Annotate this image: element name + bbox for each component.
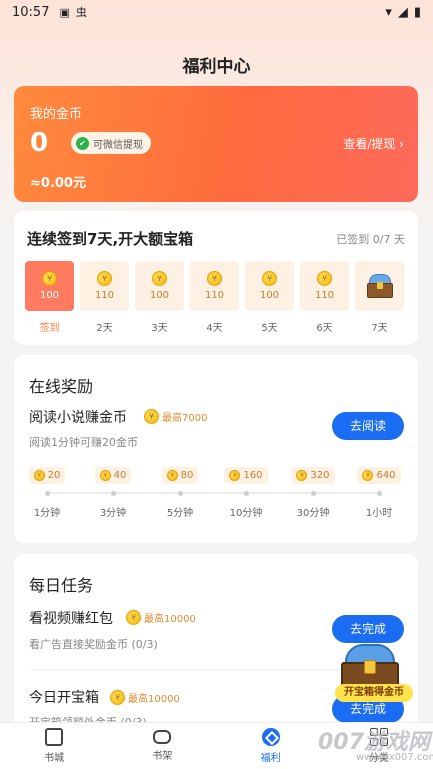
milestone-item[interactable]: ¥320 30分钟 — [287, 467, 339, 519]
view-withdraw-link[interactable]: 查看/提现 › — [343, 135, 404, 152]
welfare-icon — [261, 728, 280, 746]
milestone-item[interactable]: ¥40 3分钟 — [87, 467, 139, 519]
milestone-item[interactable]: ¥80 5分钟 — [154, 467, 206, 519]
video-task-desc: 看广告直接奖励金币 (0/3) — [29, 638, 158, 651]
video-task-max-tag: ¥ 最高10000 — [126, 610, 196, 625]
checkin-day-3[interactable]: ¥100 3天 — [135, 261, 184, 334]
shelf-icon — [153, 730, 172, 744]
watermark-url: www.yx007.com — [356, 752, 433, 763]
coin-icon: ¥ — [262, 271, 277, 286]
checkin-day-4[interactable]: ¥110 4天 — [190, 261, 239, 334]
a-icon: ▣ — [59, 5, 70, 19]
wechat-withdraw-badge: ✔ 可微信提现 — [71, 132, 151, 154]
status-time: 10:57 — [12, 4, 50, 20]
online-rewards-card: 在线奖励 阅读小说赚金币 ¥ 最高7000 阅读1分钟可赚20金币 去阅读 ¥2… — [14, 355, 418, 543]
coin-label: 我的金币 — [30, 107, 83, 122]
chest-task-title: 今日开宝箱 — [29, 690, 99, 706]
checkin-day-2[interactable]: ¥110 2天 — [80, 261, 129, 334]
tab-welfare[interactable]: 福利 — [217, 723, 325, 769]
coin-icon: ¥ — [152, 271, 167, 286]
checkin-progress: 已签到 0/7 天 — [336, 233, 405, 246]
milestone-item[interactable]: ¥160 10分钟 — [220, 467, 272, 519]
checkin-day-1[interactable]: ¥100 签到 — [25, 261, 74, 334]
coin-icon: ¥ — [166, 470, 178, 481]
checkin-day-7[interactable]: 7天 — [355, 261, 404, 334]
rmb-value: ≈0.00元 — [30, 176, 86, 191]
status-bar: 10:57 ▣ 虫 ▾ ◢ ▮ — [0, 0, 433, 24]
coin-icon: ¥ — [33, 470, 45, 481]
video-task-title: 看视频赚红包 — [29, 611, 113, 627]
coin-icon: ¥ — [317, 271, 332, 286]
coin-icon: ¥ — [110, 690, 125, 705]
wechat-icon: ✔ — [76, 136, 89, 150]
coin-icon: ¥ — [97, 271, 112, 286]
wifi-icon: ▾ — [385, 4, 392, 20]
wechat-badge-label: 可微信提现 — [93, 139, 143, 151]
video-task-button[interactable]: 去完成 — [332, 615, 404, 643]
coin-icon: ¥ — [99, 470, 111, 481]
coin-icon: ¥ — [229, 470, 241, 481]
coin-balance: 0 — [30, 128, 49, 158]
coin-icon: ¥ — [42, 271, 57, 286]
coin-card: 我的金币 0 ✔ 可微信提现 查看/提现 › ≈0.00元 — [14, 86, 418, 202]
online-rewards-title: 在线奖励 — [29, 377, 94, 396]
floating-chest-banner[interactable]: 开宝箱得金币 — [335, 684, 413, 702]
chest-task-max-tag: ¥ 最高10000 — [110, 690, 180, 705]
read-task-max-tag: ¥ 最高7000 — [144, 409, 207, 424]
checkin-day-5[interactable]: ¥100 5天 — [245, 261, 294, 334]
app-icon: 虫 — [75, 6, 87, 19]
battery-icon: ▮ — [413, 4, 421, 20]
checkin-title: 连续签到7天,开大额宝箱 — [27, 230, 194, 248]
read-task-desc: 阅读1分钟可赚20金币 — [29, 436, 138, 449]
coin-icon: ¥ — [207, 271, 222, 286]
tab-bookstore[interactable]: 书城 — [0, 723, 108, 769]
checkin-card: 连续签到7天,开大额宝箱 已签到 0/7 天 ¥100 签到 ¥110 2天 ¥… — [14, 211, 418, 345]
book-icon — [45, 728, 64, 746]
milestone-item[interactable]: ¥20 1分钟 — [21, 467, 73, 519]
daily-tasks-title: 每日任务 — [29, 576, 94, 595]
checkin-day-6[interactable]: ¥110 6天 — [300, 261, 349, 334]
coin-icon: ¥ — [362, 470, 374, 481]
tab-bookshelf[interactable]: 书架 — [108, 723, 216, 769]
coin-icon: ¥ — [296, 470, 308, 481]
go-read-button[interactable]: 去阅读 — [332, 412, 404, 440]
page-title: 福利中心 — [182, 57, 251, 77]
signal-icon: ◢ — [397, 4, 408, 20]
treasure-chest-icon — [366, 274, 393, 298]
coin-icon: ¥ — [144, 409, 159, 424]
coin-icon: ¥ — [126, 610, 141, 625]
milestone-item[interactable]: ¥640 1小时 — [353, 467, 405, 519]
read-task-title: 阅读小说赚金币 — [29, 410, 127, 426]
